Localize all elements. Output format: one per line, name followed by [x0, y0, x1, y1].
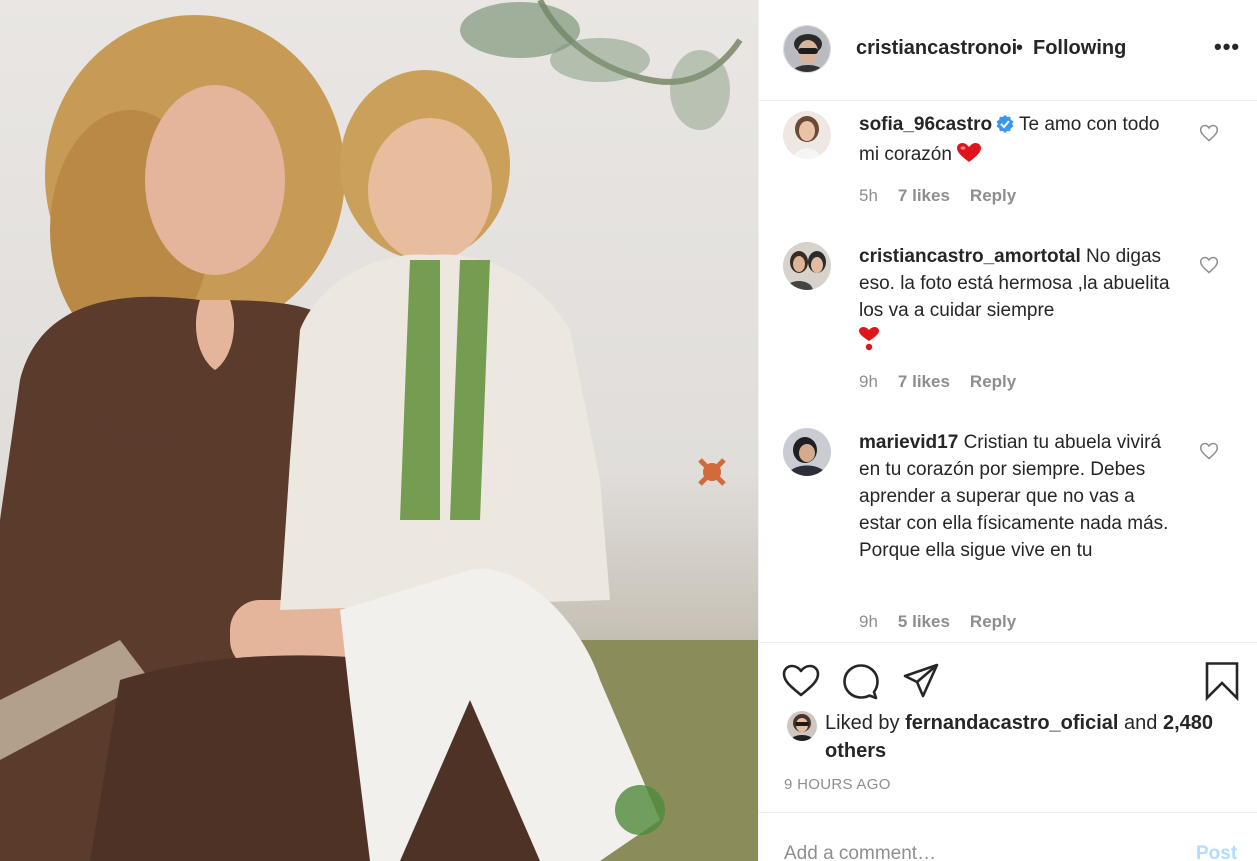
comment-text: sofia_96castro Te amo con todo mi corazó…: [859, 111, 1179, 171]
post-header: cristiancastronoi • Following •••: [759, 0, 1257, 101]
reply-button[interactable]: Reply: [970, 372, 1016, 392]
comment-time[interactable]: 9h: [859, 372, 878, 392]
comment-avatar[interactable]: [783, 242, 831, 290]
comment-meta: 9h 7 likes Reply: [859, 372, 1036, 392]
liker-avatar[interactable]: [787, 711, 817, 741]
comment-username[interactable]: marievid17: [859, 432, 958, 453]
post-timestamp[interactable]: 9 HOURS AGO: [784, 776, 891, 793]
following-button[interactable]: Following: [1033, 37, 1126, 60]
comment-likes[interactable]: 5 likes: [898, 612, 950, 632]
post-detail-panel: cristiancastronoi • Following ••• sofia_…: [758, 0, 1257, 861]
liked-by-summary: Liked by fernandacastro_oficial and 2,48…: [825, 709, 1225, 765]
comment-username[interactable]: cristiancastro_amortotal: [859, 246, 1081, 267]
share-icon[interactable]: [901, 661, 941, 701]
heart-emoji-icon: [957, 143, 982, 171]
verified-icon: [996, 114, 1014, 141]
add-comment-input[interactable]: [784, 843, 1164, 861]
like-comment-icon[interactable]: [1199, 255, 1219, 275]
comment-time[interactable]: 9h: [859, 612, 878, 632]
save-bookmark-icon[interactable]: [1202, 661, 1242, 702]
like-comment-icon[interactable]: [1199, 123, 1219, 143]
header-separator: •: [1016, 37, 1024, 59]
comment-avatar[interactable]: [783, 428, 831, 476]
comment-likes[interactable]: 7 likes: [898, 372, 950, 392]
comment-username[interactable]: sofia_96castro: [859, 114, 992, 135]
liked-by-and: and: [1118, 712, 1163, 734]
comment-avatar[interactable]: [783, 111, 831, 159]
liked-by-prefix: Liked by: [825, 712, 906, 734]
reply-button[interactable]: Reply: [970, 186, 1016, 206]
more-icon[interactable]: •••: [1214, 34, 1240, 60]
post-comment-button[interactable]: Post: [1196, 843, 1237, 861]
heart-exclamation-emoji-icon: [859, 324, 1179, 351]
author-username[interactable]: cristiancastronoi: [856, 37, 1017, 60]
add-comment-bar: Post: [759, 812, 1257, 861]
comment-text: cristiancastro_amortotal No digas eso. l…: [859, 243, 1179, 351]
author-avatar[interactable]: [783, 25, 831, 73]
comment-meta: 9h 5 likes Reply: [859, 612, 1036, 632]
comment-text: marievid17 Cristian tu abuela vivirá en …: [859, 429, 1179, 564]
comments-list[interactable]: sofia_96castro Te amo con todo mi corazó…: [759, 102, 1257, 642]
reply-button[interactable]: Reply: [970, 612, 1016, 632]
comment-icon[interactable]: [841, 661, 881, 701]
comment-time[interactable]: 5h: [859, 186, 878, 206]
post-photo[interactable]: [0, 0, 758, 861]
comment-likes[interactable]: 7 likes: [898, 186, 950, 206]
liked-by-user[interactable]: fernandacastro_oficial: [905, 712, 1118, 734]
comment-meta: 5h 7 likes Reply: [859, 186, 1036, 206]
photo-illustration: [0, 0, 758, 861]
like-icon[interactable]: [781, 661, 821, 701]
like-comment-icon[interactable]: [1199, 441, 1219, 461]
